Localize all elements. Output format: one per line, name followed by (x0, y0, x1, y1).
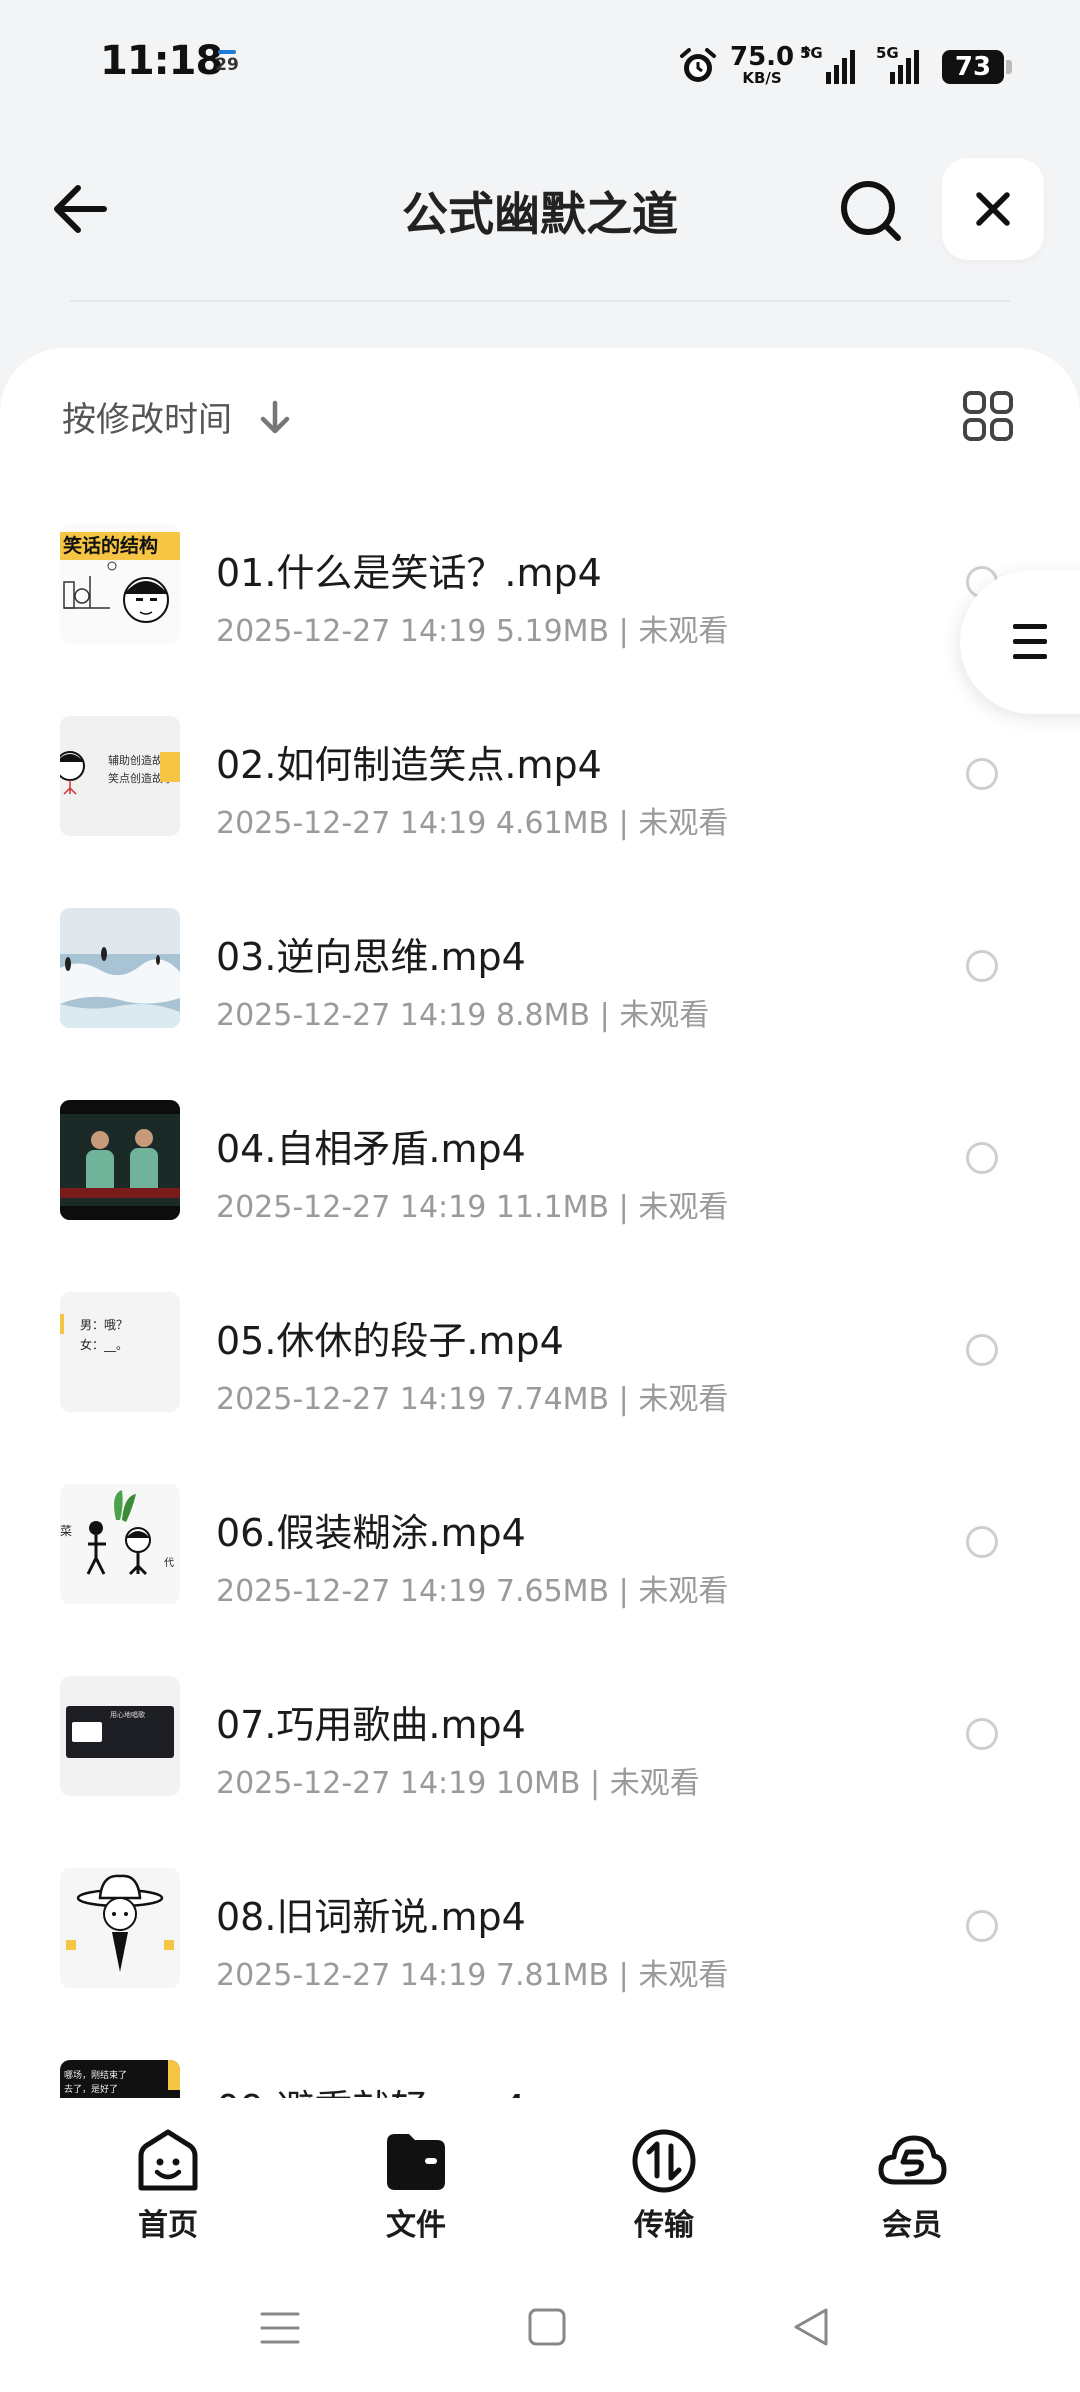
menu-lines-icon (1013, 624, 1047, 659)
select-radio[interactable] (966, 1334, 998, 1366)
status-bar: 11:18 29 75.0 KB/S 5G 5G 73 (0, 0, 1080, 130)
file-meta: 2025-12-27 14:19 11.1MB | 未观看 (216, 1190, 729, 1225)
performers-on-stage-image (60, 1100, 180, 1220)
file-name: 01.什么是笑话？.mp4 (216, 551, 602, 595)
net-speed-unit: KB/S (742, 69, 782, 87)
file-meta: 2025-12-27 14:19 7.81MB | 未观看 (216, 1958, 729, 1993)
video-thumbnail: 菜 代 (60, 1484, 180, 1604)
home-square-icon[interactable] (528, 2308, 566, 2346)
net-speed-value: 75.0 (730, 42, 795, 72)
sort-by-modified-button[interactable]: 按修改时间 (62, 392, 232, 441)
file-row[interactable]: 04.自相矛盾.mp4 2025-12-27 14:19 11.1MB | 未观… (0, 1068, 1080, 1260)
date-badge: 29 (215, 55, 239, 75)
thumb-highlight (168, 2060, 180, 2090)
arrow-down-icon[interactable] (258, 400, 292, 436)
select-radio[interactable] (966, 1526, 998, 1558)
back-triangle-icon[interactable] (792, 2306, 830, 2348)
file-meta: 2025-12-27 14:19 8.8MB | 未观看 (216, 998, 710, 1033)
thumb-caption-line1: 哪场，刚结束了 (64, 2071, 128, 2081)
transfer-icon (632, 2129, 696, 2193)
cartoon-figure (63, 561, 169, 623)
file-meta: 2025-12-27 14:19 5.19MB | 未观看 (216, 614, 729, 649)
select-radio[interactable] (966, 1142, 998, 1174)
file-name: 06.假装糊涂.mp4 (216, 1511, 526, 1555)
thumb-caption-line1: 男：哦？ (80, 1318, 129, 1332)
file-name: 09.避重就轻.mp4 (216, 2078, 526, 2098)
net-speed: 75.0 KB/S (730, 44, 794, 86)
system-nav-bar (0, 2258, 1080, 2392)
page-title: 公式幽默之道 (402, 187, 678, 241)
status-time: 11:18 (100, 38, 223, 84)
screen-mockup: 用心地唱歌 (66, 1706, 174, 1758)
video-thumbnail (60, 1100, 180, 1220)
select-radio[interactable] (966, 950, 998, 982)
file-row[interactable]: 08.旧词新说.mp4 2025-12-27 14:19 7.81MB | 未观… (0, 1836, 1080, 2028)
file-row[interactable]: 辅助创造故事1 笑点创造故事2 02.如何制造笑点.mp4 2025-12-27… (0, 684, 1080, 876)
search-icon[interactable] (836, 176, 906, 246)
header-divider (70, 300, 1010, 302)
screen: 11:18 29 75.0 KB/S 5G 5G 73 公式幽默之道 按修改时间… (0, 0, 1080, 2392)
home-icon (138, 2129, 198, 2191)
file-meta: 2025-12-27 14:19 7.65MB | 未观看 (216, 1574, 729, 1609)
select-radio[interactable] (966, 758, 998, 790)
file-name: 03.逆向思维.mp4 (216, 935, 526, 979)
cartoon-figure (66, 1874, 174, 1972)
file-meta: 2025-12-27 14:19 4.61MB | 未观看 (216, 806, 729, 841)
video-thumbnail: 笑话的结构 (60, 524, 180, 644)
sort-label: 按修改时间 (62, 400, 232, 440)
file-row[interactable]: 哪场，刚结束了 去了，是好了 09.避重就轻.mp4 (0, 2028, 1080, 2098)
file-row[interactable]: 03.逆向思维.mp4 2025-12-27 14:19 8.8MB | 未观看 (0, 876, 1080, 1068)
nav-files[interactable]: 文件 (346, 2126, 486, 2244)
file-meta: 2025-12-27 14:19 7.74MB | 未观看 (216, 1382, 729, 1417)
folder-icon (387, 2134, 445, 2190)
file-name: 07.巧用歌曲.mp4 (216, 1703, 526, 1747)
nav-files-label: 文件 (386, 2208, 446, 2243)
video-thumbnail: 哪场，刚结束了 去了，是好了 (60, 2060, 180, 2098)
grid-view-icon[interactable] (962, 390, 1014, 442)
recent-apps-icon[interactable] (260, 2310, 300, 2346)
video-thumbnail: 用心地唱歌 (60, 1676, 180, 1796)
nav-home-label: 首页 (138, 2208, 198, 2243)
mockup-panel (72, 1722, 102, 1742)
close-icon (976, 192, 1010, 226)
video-thumbnail: 男：哦？ 女：__。 (60, 1292, 180, 1412)
battery-icon: 73 (942, 50, 1012, 84)
file-name: 08.旧词新说.mp4 (216, 1895, 526, 1939)
file-row[interactable]: 菜 代 06.假装糊涂.mp4 2025-12-27 14:19 7.65MB … (0, 1452, 1080, 1644)
file-name: 04.自相矛盾.mp4 (216, 1127, 526, 1171)
thumb-caption-line2: 女：__。 (80, 1338, 129, 1352)
close-button[interactable] (942, 158, 1044, 260)
file-meta: 2025-12-27 14:19 10MB | 未观看 (216, 1766, 700, 1801)
nav-vip[interactable]: 会员 (842, 2126, 982, 2244)
cartoon-figure (86, 1490, 151, 1576)
nav-home[interactable]: 首页 (98, 2126, 238, 2244)
file-row[interactable]: 用心地唱歌 07.巧用歌曲.mp4 2025-12-27 14:19 10MB … (0, 1644, 1080, 1836)
select-radio[interactable] (966, 1718, 998, 1750)
video-thumbnail (60, 1868, 180, 1988)
file-row[interactable]: 男：哦？ 女：__。 05.休休的段子.mp4 2025-12-27 14:19… (0, 1260, 1080, 1452)
thumb-highlight (60, 1314, 64, 1334)
video-thumbnail: 辅助创造故事1 笑点创造故事2 (60, 716, 180, 836)
thumb-caption: 用心地唱歌 (110, 1711, 145, 1719)
nav-transfer[interactable]: 传输 (594, 2126, 734, 2244)
nav-transfer-label: 传输 (634, 2208, 694, 2243)
alarm-icon (680, 48, 716, 82)
nav-vip-label: 会员 (882, 2208, 942, 2243)
battery-level: 73 (954, 52, 992, 82)
thumb-caption-line2: 去了，是好了 (64, 2085, 119, 2095)
vip-cloud-icon (878, 2135, 947, 2185)
file-name: 05.休休的段子.mp4 (216, 1319, 564, 1363)
file-name: 02.如何制造笑点.mp4 (216, 743, 602, 787)
file-row[interactable]: 笑话的结构 01.什么是笑话？.mp4 2025-12-27 14:19 5.1… (0, 492, 1080, 684)
penguins-on-ice-image (60, 908, 180, 1028)
thumb-highlight (160, 752, 180, 782)
video-thumbnail (60, 908, 180, 1028)
select-radio[interactable] (966, 1910, 998, 1942)
calendar-icon: 29 (212, 48, 242, 84)
